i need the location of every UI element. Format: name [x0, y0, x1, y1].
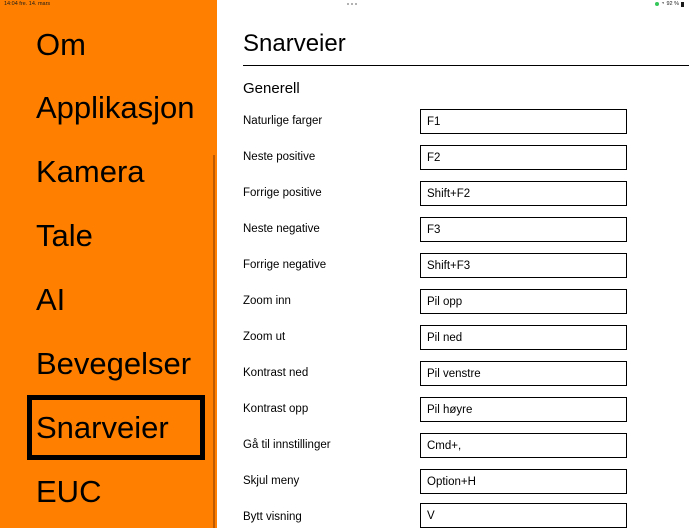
- shortcut-label: Zoom ut: [243, 331, 286, 343]
- wifi-icon: ◔: [660, 1, 665, 7]
- sidebar-item-label: Bevegelser: [36, 345, 192, 381]
- sidebar-item-label: Kamera: [36, 153, 145, 189]
- status-indicators: ◔ 92 %: [654, 1, 684, 7]
- shortcut-input-zoom-ut[interactable]: [420, 325, 627, 350]
- status-time: 14:04 fre. 14. mars: [4, 1, 50, 7]
- sidebar-item-label: Tale: [36, 217, 93, 253]
- shortcut-label: Naturlige farger: [243, 115, 323, 127]
- battery-percentage: 92 %: [666, 1, 679, 7]
- dot: [347, 3, 349, 5]
- sidebar-item-label: EUC: [36, 473, 102, 509]
- shortcut-label: Kontrast ned: [243, 367, 309, 379]
- camera-active-icon: [654, 2, 659, 6]
- sidebar: Om Applikasjon Kamera Tale AI Bevegelser…: [0, 0, 217, 528]
- page-title: Snarveier: [243, 30, 346, 57]
- sidebar-item-kamera[interactable]: Kamera: [27, 139, 205, 204]
- status-time-value: 14:04: [4, 1, 18, 7]
- shortcut-label: Bytt visning: [243, 511, 302, 523]
- shortcut-label: Forrige positive: [243, 187, 322, 199]
- sidebar-item-applikasjon[interactable]: Applikasjon: [27, 75, 205, 140]
- sidebar-item-euc[interactable]: EUC: [27, 459, 205, 524]
- shortcut-input-skjul-meny[interactable]: [420, 469, 627, 494]
- sidebar-item-bevegelser[interactable]: Bevegelser: [27, 331, 205, 396]
- shortcut-label: Forrige negative: [243, 259, 327, 271]
- shortcut-input-neste-negative[interactable]: [420, 217, 627, 242]
- sidebar-item-label: Om: [36, 26, 86, 62]
- sidebar-item-ai[interactable]: AI: [27, 267, 205, 332]
- shortcut-input-neste-positive[interactable]: [420, 145, 627, 170]
- sidebar-item-snarveier[interactable]: Snarveier: [27, 395, 205, 460]
- sidebar-item-label: Snarveier: [36, 409, 169, 445]
- sidebar-scrollbar[interactable]: [213, 155, 215, 528]
- shortcut-input-kontrast-ned[interactable]: [420, 361, 627, 386]
- sidebar-item-label: AI: [36, 281, 66, 317]
- shortcut-label: Gå til innstillinger: [243, 439, 331, 451]
- section-title: Generell: [243, 80, 300, 97]
- shortcut-label: Skjul meny: [243, 475, 300, 487]
- sidebar-item-tale[interactable]: Tale: [27, 203, 205, 268]
- multitasking-dots[interactable]: [347, 3, 357, 5]
- shortcut-input-bytt-visning[interactable]: [420, 503, 627, 528]
- shortcut-label: Kontrast opp: [243, 403, 309, 415]
- shortcut-input-forrige-negative[interactable]: [420, 253, 627, 278]
- shortcut-input-naturlige-farger[interactable]: [420, 109, 627, 134]
- shortcut-label: Neste positive: [243, 151, 316, 163]
- shortcut-label: Neste negative: [243, 223, 320, 235]
- shortcut-input-zoom-inn[interactable]: [420, 289, 627, 314]
- shortcut-input-kontrast-opp[interactable]: [420, 397, 627, 422]
- status-date-value: fre. 14. mars: [19, 1, 51, 7]
- sidebar-item-om[interactable]: Om: [27, 12, 205, 77]
- battery-icon: [681, 1, 684, 7]
- shortcut-input-forrige-positive[interactable]: [420, 181, 627, 206]
- shortcut-label: Zoom inn: [243, 295, 291, 307]
- title-divider: [243, 65, 689, 66]
- sidebar-item-label: Applikasjon: [36, 89, 195, 125]
- dot: [351, 3, 353, 5]
- shortcut-input-ga-til-innstillinger[interactable]: [420, 433, 627, 458]
- dot: [355, 3, 357, 5]
